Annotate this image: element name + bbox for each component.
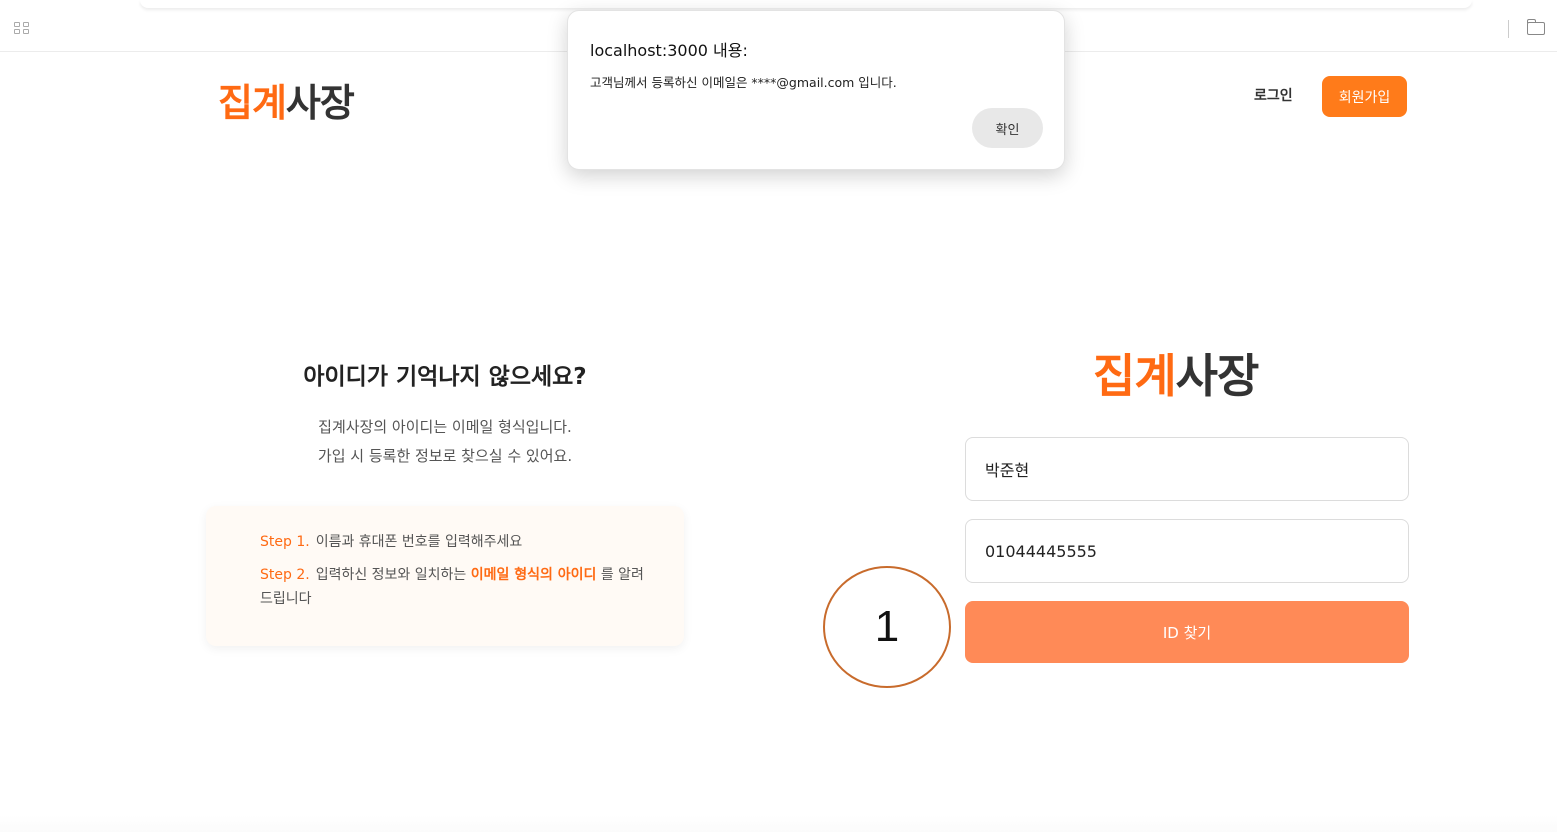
find-id-button[interactable]: ID 찾기: [965, 601, 1409, 663]
bookmarks-folder-icon[interactable]: [1527, 19, 1545, 35]
phone-input[interactable]: [965, 519, 1409, 583]
find-id-description: 집계사장의 아이디는 이메일 형식입니다. 가입 시 등록한 정보로 찾으실 수…: [200, 413, 690, 471]
step-2-text-before: 입력하신 정보와 일치하는: [315, 567, 471, 583]
apps-grid-icon[interactable]: [14, 22, 32, 36]
page-bottom: [0, 815, 1557, 832]
description-line-2: 가입 시 등록한 정보로 찾으실 수 있어요.: [317, 447, 573, 465]
header-logo-orange: 집계: [218, 81, 287, 125]
alert-dialog: localhost:3000 내용: 고객님께서 등록하신 이메일은 ****@…: [567, 10, 1065, 170]
dialog-title: localhost:3000 내용:: [590, 41, 748, 60]
annotation-circle: 1: [823, 566, 951, 688]
form-logo-dark: 사장: [1175, 349, 1260, 403]
login-link[interactable]: 로그인: [1254, 85, 1293, 105]
find-id-title: 아이디가 기억나지 않으세요?: [303, 364, 587, 390]
address-bar-edge: [140, 0, 1472, 8]
step-2: Step 2. 입력하신 정보와 일치하는 이메일 형식의 아이디 를 알려드립니…: [260, 563, 650, 611]
form-logo-orange: 집계: [1093, 349, 1177, 403]
name-input[interactable]: [965, 437, 1409, 501]
annotation-number: 1: [874, 602, 900, 651]
step-1-text: 이름과 휴대폰 번호를 입력해주세요: [315, 534, 523, 550]
dialog-message: 고객님께서 등록하신 이메일은 ****@gmail.com 입니다.: [590, 75, 897, 90]
step-2-label: Step 2.: [260, 567, 310, 583]
step-2-highlight: 이메일 형식의 아이디: [470, 567, 597, 583]
step-1: Step 1. 이름과 휴대폰 번호를 입력해주세요: [260, 530, 522, 554]
description-line-1: 집계사장의 아이디는 이메일 형식입니다.: [318, 418, 572, 436]
header-logo[interactable]: 집계사장: [218, 72, 355, 127]
header-logo-dark: 사장: [285, 81, 355, 125]
toolbar-divider: [1508, 20, 1509, 38]
steps-card: Step 1. 이름과 휴대폰 번호를 입력해주세요 Step 2. 입력하신 정보…: [206, 506, 684, 646]
form-logo: 집계사장: [1093, 340, 1260, 406]
dialog-ok-button[interactable]: 확인: [972, 108, 1043, 148]
signup-button[interactable]: 회원가입: [1322, 76, 1407, 117]
step-1-label: Step 1.: [260, 534, 310, 550]
